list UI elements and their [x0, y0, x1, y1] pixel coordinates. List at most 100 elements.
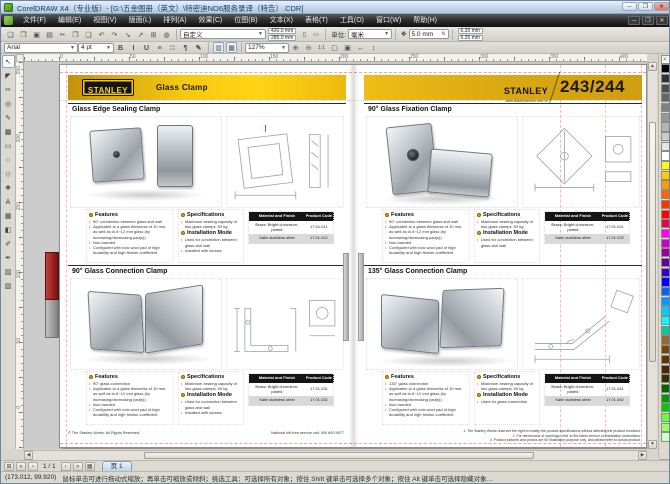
paper-width-field[interactable]: 420.0 mm	[268, 28, 296, 34]
zoom-height-button[interactable]: ↕	[368, 42, 379, 53]
italic-button[interactable]: I	[128, 42, 139, 53]
scroll-left-button[interactable]: ◀	[24, 451, 33, 460]
first-page-button[interactable]: «	[16, 462, 26, 471]
units-combobox[interactable]: 毫米▼	[348, 29, 392, 39]
menu-window[interactable]: 窗口(W)	[370, 14, 407, 27]
color-swatch[interactable]	[661, 132, 670, 141]
doc-minimize-button[interactable]: ─	[628, 16, 640, 25]
color-swatch[interactable]	[661, 180, 670, 189]
horizontal-scrollbar[interactable]: ◀ ▶	[24, 450, 647, 460]
ellipse-tool[interactable]: ○	[2, 153, 15, 166]
color-swatch[interactable]	[661, 161, 670, 170]
bold-button[interactable]: B	[115, 42, 126, 53]
drawing-canvas[interactable]: STANLEY Glass Clamp Glass Edge Sealing C…	[24, 62, 647, 449]
interactive-fill-tool[interactable]: ▧	[2, 279, 15, 292]
menu-text[interactable]: 文本(X)	[264, 14, 299, 27]
open-button[interactable]: ❒	[18, 29, 29, 40]
color-swatch[interactable]	[661, 151, 670, 160]
fill-tool[interactable]: ▨	[2, 265, 15, 278]
menu-bitmaps[interactable]: 位图(B)	[228, 14, 263, 27]
save-button[interactable]: ▣	[31, 29, 42, 40]
doc-restore-button[interactable]: ❐	[642, 16, 654, 25]
shape-tool[interactable]: ◤	[2, 69, 15, 82]
color-swatch[interactable]	[661, 171, 670, 180]
undo-button[interactable]: ↶	[96, 29, 107, 40]
color-swatch[interactable]	[661, 122, 670, 131]
zoom-level-combobox[interactable]: 127%▼	[245, 43, 289, 53]
previous-page-button[interactable]: ‹	[28, 462, 38, 471]
zoom-in-button[interactable]: ⊕	[290, 42, 301, 53]
color-swatch[interactable]	[661, 287, 670, 296]
basic-shapes-tool[interactable]: ❖	[2, 181, 15, 194]
page-list-button[interactable]: ▦	[85, 462, 95, 471]
bullet-list-button[interactable]: ∷	[167, 42, 178, 53]
color-swatch[interactable]	[661, 258, 670, 267]
preset-combobox[interactable]: 自定义▼	[180, 29, 266, 39]
close-button[interactable]: ✕	[654, 2, 669, 11]
single-page-view-button[interactable]: ▥	[213, 42, 224, 53]
vertical-ruler[interactable]: 250200150100500	[16, 62, 24, 449]
color-swatch[interactable]	[661, 277, 670, 286]
color-swatch[interactable]	[661, 74, 670, 83]
app-launcher-button[interactable]: ⊞	[148, 29, 159, 40]
menu-file[interactable]: 文件(F)	[17, 14, 52, 27]
color-swatch[interactable]	[661, 142, 670, 151]
color-swatch[interactable]	[661, 84, 670, 93]
export-button[interactable]: ↗	[135, 29, 146, 40]
ruler-origin-box[interactable]	[16, 54, 24, 62]
vertical-scrollbar[interactable]: ▲ ▼	[647, 62, 657, 449]
menu-tools[interactable]: 工具(O)	[334, 14, 370, 27]
color-swatch[interactable]	[661, 365, 670, 374]
color-swatch[interactable]	[661, 374, 670, 383]
underline-button[interactable]: U	[141, 42, 152, 53]
horizontal-scroll-thumb[interactable]	[144, 452, 534, 459]
vertical-scroll-thumb[interactable]	[649, 122, 656, 362]
color-swatch[interactable]	[661, 103, 670, 112]
color-swatch[interactable]	[661, 384, 670, 393]
doc-close-button[interactable]: ✕	[656, 16, 668, 25]
color-swatch[interactable]	[661, 210, 670, 219]
paste-button[interactable]: ❏	[83, 29, 94, 40]
last-page-button[interactable]: »	[73, 462, 83, 471]
zoom-tool[interactable]: ◎	[2, 97, 15, 110]
color-swatch[interactable]	[661, 297, 670, 306]
zoom-page-button[interactable]: ▣	[342, 42, 353, 53]
minimize-button[interactable]: ─	[622, 2, 637, 11]
polygon-tool[interactable]: ◇	[2, 167, 15, 180]
print-button[interactable]: ▤	[44, 29, 55, 40]
catalog-spread[interactable]: STANLEY Glass Clamp Glass Edge Sealing C…	[59, 64, 647, 448]
crop-tool[interactable]: ✂	[2, 83, 15, 96]
duplicate-y-field[interactable]: 6.35 mm	[458, 35, 483, 41]
zoom-selection-button[interactable]: ▢	[329, 42, 340, 53]
nudge-field[interactable]: 5.0 mm⇅	[409, 29, 449, 39]
paper-height-field[interactable]: 285.0 mm	[268, 35, 296, 41]
color-swatch[interactable]	[661, 355, 670, 364]
side-index-tab-left[interactable]	[45, 252, 59, 338]
freehand-tool[interactable]: ✎	[2, 111, 15, 124]
color-swatch[interactable]	[661, 403, 670, 412]
color-swatch[interactable]	[661, 239, 670, 248]
color-swatch[interactable]	[661, 394, 670, 403]
add-page-button[interactable]: ⊞	[4, 462, 14, 471]
edit-text-button[interactable]: ✎	[193, 42, 204, 53]
pick-tool[interactable]: ↖	[2, 55, 15, 68]
color-swatch[interactable]	[661, 190, 670, 199]
menu-effects[interactable]: 效果(C)	[193, 14, 229, 27]
zoom-out-button[interactable]: ⊖	[303, 42, 314, 53]
color-swatch[interactable]	[661, 306, 670, 315]
eyedropper-tool[interactable]: ✐	[2, 237, 15, 250]
color-swatch[interactable]	[661, 423, 670, 432]
next-page-button[interactable]: ›	[61, 462, 71, 471]
horizontal-ruler[interactable]: 050100150200250300350400	[24, 54, 647, 62]
scroll-down-button[interactable]: ▼	[648, 440, 657, 449]
scroll-up-button[interactable]: ▲	[648, 62, 657, 71]
drop-cap-button[interactable]: ¶	[180, 42, 191, 53]
menu-edit[interactable]: 编辑(E)	[52, 14, 87, 27]
zoom-width-button[interactable]: ↔	[355, 42, 366, 53]
maximize-button[interactable]: ❐	[638, 2, 653, 11]
copy-button[interactable]: ❐	[70, 29, 81, 40]
color-swatch[interactable]	[661, 335, 670, 344]
color-swatch[interactable]	[661, 229, 670, 238]
zoom-actual-button[interactable]: 1:1	[316, 42, 327, 53]
alignment-button[interactable]: ≡	[154, 42, 165, 53]
